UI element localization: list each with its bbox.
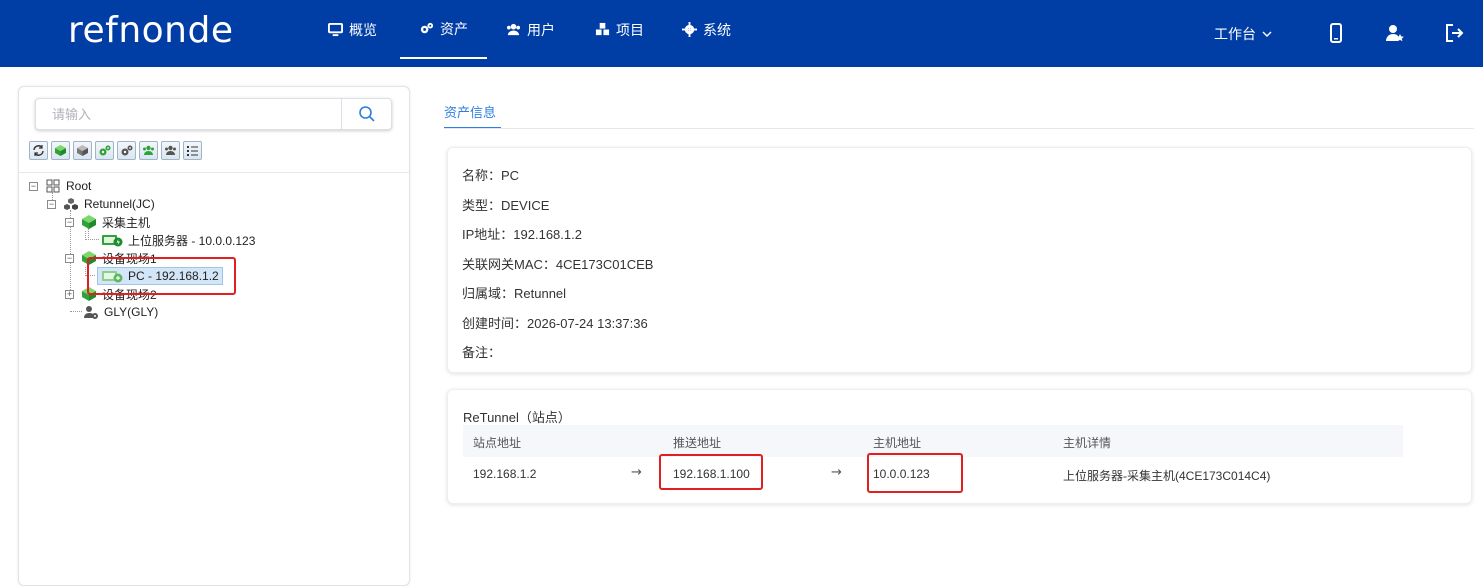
tree-node-root[interactable]: − Root [29, 177, 91, 195]
tree-node-label: Root [66, 179, 92, 193]
column-header: 推送地址 [673, 436, 722, 450]
nav-overview-label: 概览 [349, 22, 377, 39]
gear-icon [682, 22, 697, 37]
cube-gray-icon[interactable] [73, 141, 92, 160]
highlight-box [87, 257, 236, 295]
tree-node-collect-host[interactable]: − 采集主机 [65, 213, 150, 231]
mobile-icon[interactable] [1325, 22, 1347, 44]
workbench-label: 工作台 [1214, 27, 1256, 43]
nav-assets-label: 资产 [440, 21, 468, 38]
list-icon[interactable] [183, 141, 202, 160]
cubes-icon [595, 22, 610, 36]
tree-node-label: Retunnel(JC) [84, 197, 155, 211]
cube-green-icon [81, 214, 97, 230]
asset-tree-panel: − Root − Retunnel(JC) − 采集主机 上位服务器 - 10.… [18, 86, 410, 586]
tree-node-label: 上位服务器 - 10.0.0.123 [128, 233, 256, 248]
nav-projects[interactable]: 项目 [595, 0, 644, 59]
tree-toolbar [29, 141, 202, 160]
info-ip: IP地址：192.168.1.2 [462, 227, 582, 242]
highlight-box [659, 454, 763, 490]
collapse-toggle[interactable]: − [47, 199, 56, 209]
monitor-icon [328, 22, 343, 37]
gears-green-icon[interactable] [95, 141, 114, 160]
nav-system[interactable]: 系统 [682, 0, 731, 59]
collapse-toggle[interactable]: − [65, 217, 74, 227]
info-name: 名称：PC [462, 168, 520, 183]
collapse-toggle[interactable]: − [65, 253, 74, 263]
table-title: ReTunnel（站点） [463, 410, 571, 425]
nav-assets[interactable]: 资产 [400, 0, 487, 59]
info-type: 类型：DEVICE [462, 198, 550, 213]
nav-overview[interactable]: 概览 [328, 0, 377, 59]
tree-divider [19, 172, 409, 173]
column-header: 主机地址 [873, 436, 922, 450]
arrow-right-icon: → [631, 465, 642, 480]
search-button[interactable] [341, 99, 391, 129]
server-online-icon [101, 232, 123, 248]
tree-connector [85, 231, 99, 240]
cluster-icon [63, 196, 79, 212]
tree-node-label: 采集主机 [102, 215, 151, 230]
asset-info-card: 名称：PC 类型：DEVICE IP地址：192.168.1.2 关联网关MAC… [447, 147, 1472, 373]
tree-node-label: GLY(GLY) [104, 305, 159, 319]
nav-users[interactable]: 用户 [506, 0, 555, 59]
grid-icon [45, 178, 61, 194]
arrow-right-icon: → [831, 465, 842, 480]
user-gear-icon [83, 304, 99, 320]
tree-node-gly[interactable]: GLY(GLY) [77, 303, 158, 321]
cell-host-detail: 上位服务器-采集主机(4CE173C014C4) [1063, 469, 1271, 483]
users-gray-icon[interactable] [161, 141, 180, 160]
info-note: 备注： [462, 345, 502, 360]
brand-logo[interactable]: refnonde [68, 10, 234, 51]
info-mac: 关联网关MAC：4CE173C01CEB [462, 257, 654, 272]
collapse-toggle[interactable]: − [29, 181, 38, 191]
tree-node-tunnel[interactable]: − Retunnel(JC) [47, 195, 155, 213]
tab-asset-info[interactable]: 资产信息 [444, 102, 496, 121]
search-box [35, 98, 392, 130]
top-navbar: refnonde 概览 资产 用户 项目 系统 工作台 [0, 0, 1483, 67]
cell-site-address: 192.168.1.2 [473, 467, 537, 481]
highlight-box [867, 453, 963, 493]
tab-divider [444, 128, 1474, 129]
tree-node-upper-server[interactable]: 上位服务器 - 10.0.0.123 [85, 231, 255, 249]
column-header: 主机详情 [1063, 436, 1112, 450]
nav-projects-label: 项目 [616, 22, 644, 39]
workbench-dropdown[interactable]: 工作台 [1214, 24, 1272, 44]
search-input[interactable] [36, 99, 342, 129]
logout-icon[interactable] [1443, 22, 1465, 44]
gears-gray-icon[interactable] [117, 141, 136, 160]
chevron-down-icon [1262, 31, 1272, 37]
users-icon [506, 23, 521, 36]
nav-users-label: 用户 [527, 22, 555, 39]
info-created: 创建时间：2026-07-24 13:37:36 [462, 316, 648, 331]
info-domain: 归属域：Retunnel [462, 286, 567, 301]
search-icon [358, 106, 375, 122]
gears-icon [420, 22, 434, 34]
cube-green-icon[interactable] [51, 141, 70, 160]
column-header: 站点地址 [473, 436, 522, 450]
refresh-icon[interactable] [29, 141, 48, 160]
users-green-icon[interactable] [139, 141, 158, 160]
nav-system-label: 系统 [703, 22, 731, 39]
expand-toggle[interactable]: + [65, 289, 74, 299]
user-star-icon[interactable] [1384, 22, 1406, 44]
